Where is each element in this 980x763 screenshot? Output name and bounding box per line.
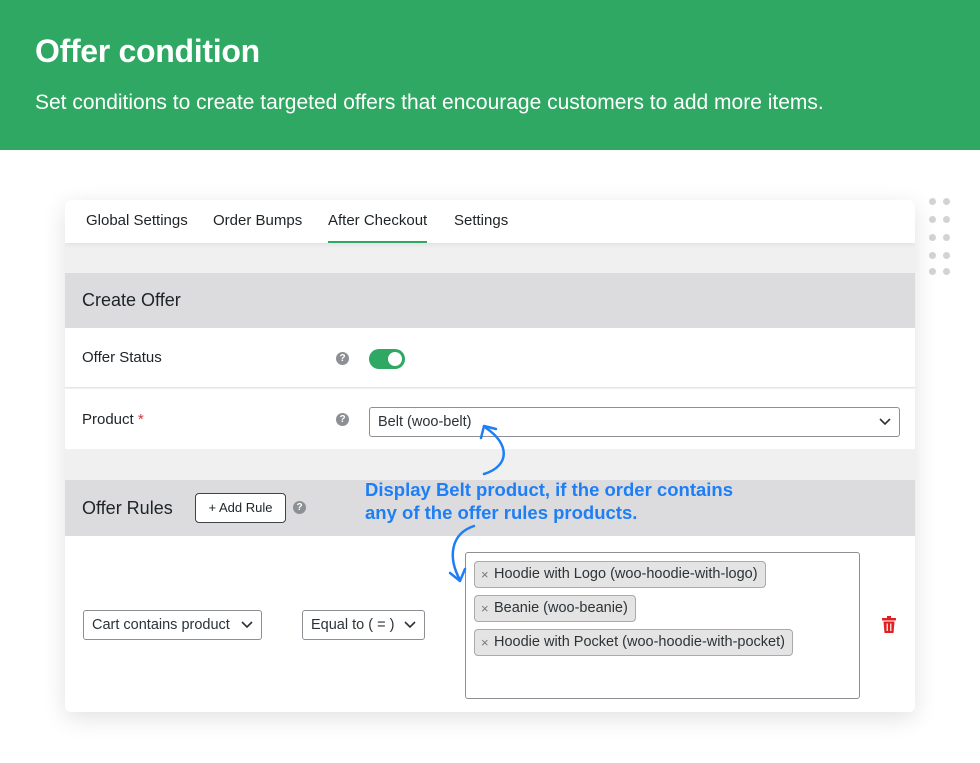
chevron-down-icon <box>404 621 416 629</box>
product-chip: × Beanie (woo-beanie) <box>474 595 636 622</box>
rule-row: Cart contains product Equal to ( = ) × Ho… <box>65 536 915 712</box>
required-mark: * <box>137 411 144 428</box>
create-offer-title: Create Offer <box>82 290 181 310</box>
offer-status-label: Offer Status <box>82 349 162 366</box>
offer-status-row: Offer Status ? <box>65 328 915 388</box>
product-chip: × Hoodie with Logo (woo-hoodie-with-logo) <box>474 561 766 588</box>
help-icon[interactable]: ? <box>293 501 306 514</box>
chevron-down-icon <box>879 418 891 426</box>
rule-products-multiselect[interactable]: × Hoodie with Logo (woo-hoodie-with-logo)… <box>465 552 860 699</box>
chevron-down-icon <box>241 621 253 629</box>
help-icon[interactable]: ? <box>336 352 349 365</box>
chip-remove-icon[interactable]: × <box>481 596 489 621</box>
tab-order-bumps[interactable]: Order Bumps <box>213 212 302 229</box>
decorative-dots <box>929 198 953 278</box>
create-offer-header: Create Offer <box>65 273 915 328</box>
add-rule-button[interactable]: + Add Rule <box>195 493 286 523</box>
curved-arrow-up-icon <box>479 424 505 476</box>
chip-label: Beanie (woo-beanie) <box>494 600 628 616</box>
tab-global-settings[interactable]: Global Settings <box>86 212 188 229</box>
help-icon[interactable]: ? <box>336 413 349 426</box>
chip-label: Hoodie with Logo (woo-hoodie-with-logo) <box>494 566 758 582</box>
curved-arrow-down-icon <box>448 524 476 583</box>
rule-operator-value: Equal to ( = ) <box>311 617 395 633</box>
rule-operator-select[interactable]: Equal to ( = ) <box>302 610 425 640</box>
banner-title: Offer condition <box>35 33 260 69</box>
header-banner: Offer condition Set conditions to create… <box>0 0 980 150</box>
product-label: Product * <box>82 411 144 428</box>
annotation-text: Display Belt product, if the order conta… <box>365 478 733 524</box>
annotation-line-2: any of the offer rules products. <box>365 502 638 523</box>
product-label-text: Product <box>82 411 134 428</box>
annotation-line-1: Display Belt product, if the order conta… <box>365 479 733 500</box>
trash-icon[interactable] <box>882 616 896 634</box>
tab-settings[interactable]: Settings <box>454 212 508 229</box>
tab-after-checkout[interactable]: After Checkout <box>328 212 428 243</box>
offer-status-toggle[interactable] <box>369 349 405 369</box>
chip-remove-icon[interactable]: × <box>481 630 489 655</box>
product-chip: × Hoodie with Pocket (woo-hoodie-with-poc… <box>474 629 793 656</box>
offer-rules-title: Offer Rules <box>82 498 173 518</box>
product-select[interactable]: Belt (woo-belt) <box>369 407 900 437</box>
rule-condition-value: Cart contains product <box>92 617 230 633</box>
rule-condition-select[interactable]: Cart contains product <box>83 610 262 640</box>
toggle-knob <box>388 352 402 366</box>
product-select-value: Belt (woo-belt) <box>378 414 472 430</box>
banner-subtitle: Set conditions to create targeted offers… <box>35 91 824 114</box>
tab-bar: Global Settings Order Bumps After Checko… <box>65 200 915 243</box>
chip-label: Hoodie with Pocket (woo-hoodie-with-pock… <box>494 634 785 650</box>
